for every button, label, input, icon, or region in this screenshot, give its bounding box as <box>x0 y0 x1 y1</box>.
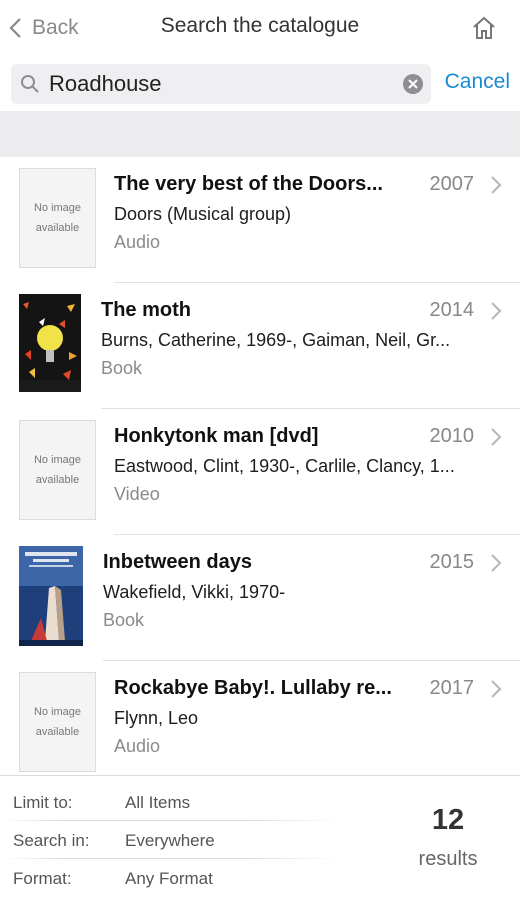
book-cover-image <box>19 546 83 646</box>
limit-to-value[interactable]: All Items <box>125 793 190 813</box>
no-image-placeholder: No image available <box>19 168 96 268</box>
result-author: Wakefield, Vikki, 1970- <box>103 582 286 602</box>
navigation-bar: Back Search the catalogue <box>0 0 520 57</box>
search-field[interactable] <box>11 64 431 104</box>
search-in-value[interactable]: Everywhere <box>125 831 215 851</box>
section-spacer <box>0 111 520 157</box>
result-format: Book <box>103 610 145 630</box>
chevron-right-icon <box>491 554 502 572</box>
chevron-right-icon <box>491 428 502 446</box>
filter-divider <box>0 820 340 821</box>
result-title: The very best of the Doors... <box>114 173 383 195</box>
results-count: 12 <box>431 804 465 836</box>
search-in-label: Search in: <box>13 831 90 850</box>
result-year: 2014 <box>429 299 475 321</box>
chevron-right-icon <box>491 302 502 320</box>
result-author: Doors (Musical group) <box>114 204 292 224</box>
close-icon <box>408 79 418 89</box>
result-format: Video <box>114 484 160 504</box>
result-year: 2010 <box>429 425 475 447</box>
result-format: Audio <box>114 232 161 252</box>
cancel-button[interactable]: Cancel <box>445 70 510 94</box>
results-count-label: results <box>418 848 478 870</box>
list-item[interactable]: No image available The very best of the … <box>0 157 520 283</box>
result-author: Flynn, Leo <box>114 708 199 728</box>
clear-search-button[interactable] <box>403 74 423 94</box>
format-label: Format: <box>13 869 72 888</box>
format-value[interactable]: Any Format <box>125 869 213 889</box>
book-cover-image <box>19 294 81 392</box>
search-icon <box>21 75 39 93</box>
no-image-placeholder: No image available <box>19 672 96 772</box>
result-format: Book <box>101 358 143 378</box>
result-format: Audio <box>114 736 161 756</box>
result-year: 2007 <box>429 173 475 195</box>
result-year: 2017 <box>429 677 475 699</box>
chevron-right-icon <box>491 176 502 194</box>
result-title: The moth <box>101 299 191 321</box>
no-image-placeholder: No image available <box>19 420 96 520</box>
home-icon[interactable] <box>470 14 498 42</box>
result-author: Burns, Catherine, 1969-, Gaiman, Neil, G… <box>101 330 451 350</box>
list-item[interactable]: The moth 2014 Burns, Catherine, 1969-, G… <box>0 283 520 409</box>
filter-divider <box>0 858 340 859</box>
search-filters: Limit to: All Items Search in: Everywher… <box>0 775 520 901</box>
limit-to-label: Limit to: <box>13 793 73 812</box>
page-title: Search the catalogue <box>160 14 360 37</box>
chevron-right-icon <box>491 680 502 698</box>
search-bar <box>0 56 520 111</box>
results-list: No image available The very best of the … <box>0 157 520 775</box>
list-item[interactable]: No image available Rockabye Baby!. Lulla… <box>0 661 520 775</box>
search-input[interactable] <box>47 70 391 98</box>
list-item[interactable]: No image available Honkytonk man [dvd] 2… <box>0 409 520 535</box>
list-item[interactable]: Inbetween days 2015 Wakefield, Vikki, 19… <box>0 535 520 661</box>
result-title: Honkytonk man [dvd] <box>114 425 319 447</box>
result-title: Inbetween days <box>103 551 252 573</box>
result-author: Eastwood, Clint, 1930-, Carlile, Clancy,… <box>114 456 455 476</box>
result-title: Rockabye Baby!. Lullaby re... <box>114 677 392 699</box>
result-year: 2015 <box>429 551 475 573</box>
